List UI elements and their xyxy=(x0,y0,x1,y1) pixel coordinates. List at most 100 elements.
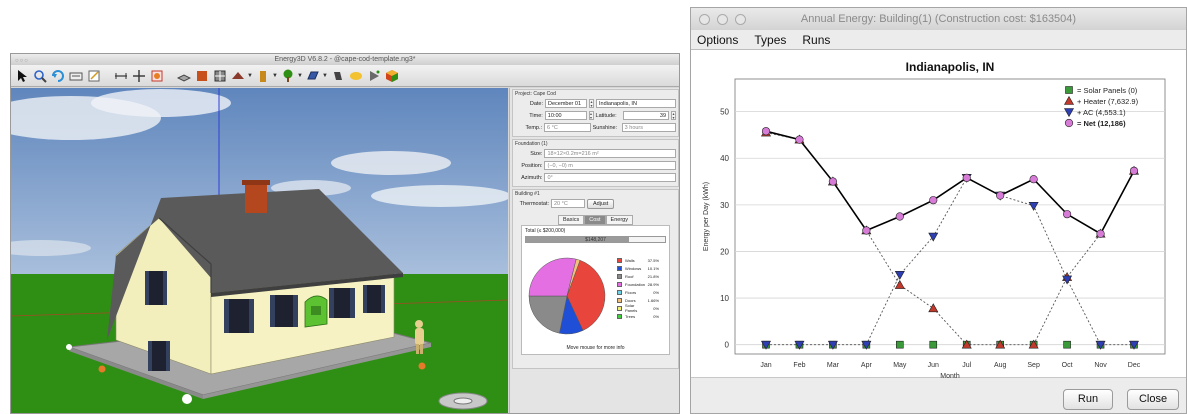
foundation-icon[interactable] xyxy=(175,67,192,84)
energy3d-toolbar: ▼ ▼ ▼ ▼ xyxy=(11,65,679,87)
time-spinner[interactable]: ▴ ▾ xyxy=(588,111,594,120)
legend-entry: + Heater (7,632.9) xyxy=(1077,97,1139,106)
energy3d-titlebar: ○○○ Energy3D V6.8.2 - @cape-cod-template… xyxy=(11,54,679,65)
data-point[interactable] xyxy=(895,212,904,221)
legend-percent: 28.9% xyxy=(647,281,659,287)
data-point[interactable] xyxy=(1063,340,1071,349)
tree-icon[interactable] xyxy=(279,67,296,84)
sunshine-field: 3 hours xyxy=(621,123,676,132)
energy-cube-icon[interactable] xyxy=(383,67,400,84)
chevron-down-icon[interactable]: ▼ xyxy=(322,73,328,79)
window-controls[interactable]: ○○○ xyxy=(15,56,29,67)
close-button[interactable]: Close xyxy=(1127,389,1179,410)
menu-options[interactable]: Options xyxy=(697,33,738,47)
legend-swatch xyxy=(617,289,622,295)
heatmap-icon[interactable] xyxy=(347,67,364,84)
keyboard-icon[interactable] xyxy=(67,67,84,84)
x-tick-label: Nov xyxy=(1094,362,1107,369)
legend-percent: 0% xyxy=(653,289,659,295)
data-point[interactable] xyxy=(929,196,938,205)
adjust-button[interactable]: Adjust xyxy=(587,198,615,209)
legend-percent: 1.66% xyxy=(647,297,659,303)
legend-name: Windows xyxy=(625,265,642,271)
data-point[interactable] xyxy=(1096,229,1105,238)
solar-panel-icon[interactable] xyxy=(304,67,321,84)
y-tick-label: 40 xyxy=(720,154,729,163)
data-point[interactable] xyxy=(996,191,1005,200)
legend-swatch xyxy=(617,297,622,303)
shadow-icon[interactable] xyxy=(329,67,346,84)
note-icon[interactable] xyxy=(85,67,102,84)
foundation-group-title: Foundation (1) xyxy=(515,141,548,147)
chevron-down-icon[interactable]: ▼ xyxy=(272,73,278,79)
x-tick-label: Dec xyxy=(1128,362,1141,369)
y-tick-label: 30 xyxy=(720,201,729,210)
energy3d-title: Energy3D V6.8.2 - @cape-cod-template.ng3… xyxy=(274,56,416,63)
time-field[interactable]: 10:00 xyxy=(544,111,587,120)
data-point[interactable] xyxy=(962,173,971,182)
temperature-label: Temp.: xyxy=(525,124,543,131)
chevron-down-icon[interactable]: ▼ xyxy=(247,73,253,79)
data-point[interactable] xyxy=(1062,210,1072,219)
data-point[interactable] xyxy=(1064,118,1074,128)
x-tick-label: Oct xyxy=(1062,362,1073,369)
y-tick-label: 20 xyxy=(720,247,729,256)
simulate-run-icon[interactable] xyxy=(365,67,382,84)
rotate-view-icon[interactable] xyxy=(49,67,66,84)
door-icon[interactable] xyxy=(254,67,271,84)
chevron-down-icon[interactable]: ▼ xyxy=(297,73,303,79)
minimize-window-icon[interactable] xyxy=(717,14,728,25)
menu-types[interactable]: Types xyxy=(754,33,786,47)
legend-name: Roof xyxy=(625,273,634,279)
data-point[interactable] xyxy=(1029,175,1038,184)
sun-heliodon-icon[interactable] xyxy=(148,67,165,84)
annual-energy-titlebar: Annual Energy: Building(1) (Construction… xyxy=(691,8,1186,30)
chart-title: Indianapolis, IN xyxy=(906,60,995,74)
data-point[interactable] xyxy=(929,340,938,349)
run-button[interactable]: Run xyxy=(1063,389,1113,410)
wall-icon[interactable] xyxy=(193,67,210,84)
sunshine-label: Sunshine: xyxy=(592,124,618,131)
data-point[interactable] xyxy=(761,127,771,136)
zoom-icon[interactable] xyxy=(31,67,48,84)
legend-percent: 37.5% xyxy=(647,257,659,263)
city-select[interactable]: Indianapolis, IN xyxy=(596,99,676,108)
select-arrow-icon[interactable] xyxy=(13,67,30,84)
measure-icon[interactable] xyxy=(112,67,129,84)
latitude-spinner[interactable]: ▴ ▾ xyxy=(671,111,677,120)
window-icon[interactable] xyxy=(211,67,228,84)
pie-legend-item: Roof 21.8% xyxy=(617,272,659,280)
data-point[interactable] xyxy=(862,226,871,235)
energy3d-window: ○○○ Energy3D V6.8.2 - @cape-cod-template… xyxy=(10,53,680,414)
legend-swatch xyxy=(617,305,622,311)
menu-runs[interactable]: Runs xyxy=(802,33,830,47)
roof-icon[interactable] xyxy=(229,67,246,84)
x-tick-label: Jun xyxy=(928,362,939,369)
legend-swatch xyxy=(617,273,622,279)
data-point[interactable] xyxy=(828,177,838,186)
tab-energy[interactable]: Energy xyxy=(605,215,633,225)
date-spinner[interactable]: ▴ ▾ xyxy=(589,99,594,108)
data-point[interactable] xyxy=(795,135,804,144)
tab-cost[interactable]: Cost xyxy=(584,215,606,225)
x-tick-label: Sep xyxy=(1027,362,1040,369)
legend-swatch xyxy=(617,281,622,287)
legend-swatch xyxy=(617,313,622,319)
legend-percent: 0% xyxy=(653,313,659,319)
data-point[interactable] xyxy=(896,340,904,349)
pie-legend-item: Windows 10.1% xyxy=(617,264,659,272)
data-point[interactable] xyxy=(1065,86,1073,94)
3d-viewport[interactable] xyxy=(11,88,508,413)
legend-entry: = Net (12,186) xyxy=(1077,119,1126,128)
legend-swatch xyxy=(617,257,622,263)
zoom-window-icon[interactable] xyxy=(735,14,746,25)
move-icon[interactable] xyxy=(130,67,147,84)
close-window-icon[interactable] xyxy=(699,14,710,25)
legend-name: Walls xyxy=(625,257,635,263)
date-field[interactable]: December 01 xyxy=(545,99,587,108)
latitude-field[interactable]: 39 xyxy=(623,111,670,120)
data-point[interactable] xyxy=(1129,166,1139,175)
date-label: Date: xyxy=(529,100,543,107)
building-tabs: Basics Cost Energy xyxy=(515,215,676,225)
tab-basics[interactable]: Basics xyxy=(558,215,585,225)
